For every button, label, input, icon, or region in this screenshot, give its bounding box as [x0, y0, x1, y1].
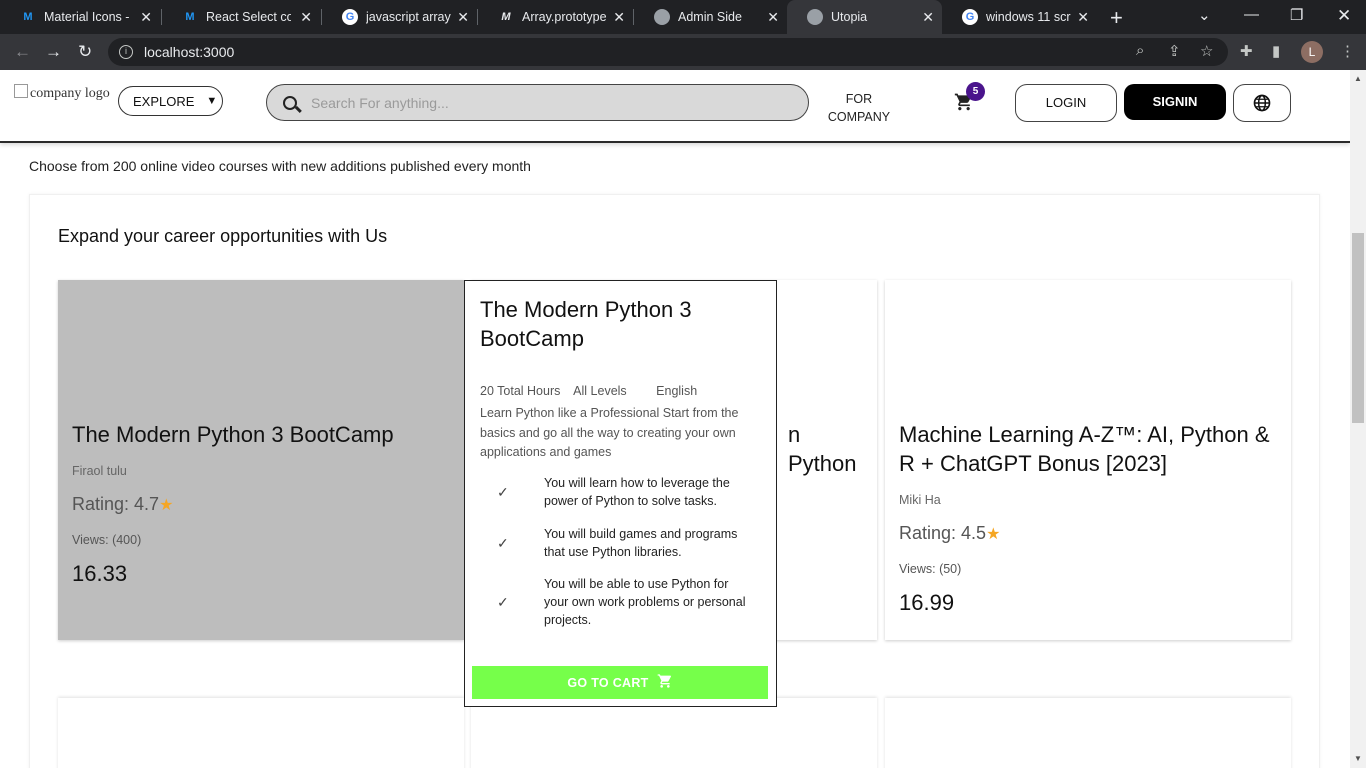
close-tab-icon[interactable]: ✕ — [300, 9, 312, 26]
course-preview-popup: The Modern Python 3 BootCamp 20 Total Ho… — [464, 280, 777, 707]
course-price: 16.99 — [899, 590, 955, 615]
page-scrollbar[interactable]: ▲ ▼ — [1350, 70, 1366, 768]
course-rating: Rating: 4.7★ — [72, 494, 174, 514]
minimize-icon[interactable]: — — [1244, 6, 1259, 23]
popup-hours: 20 Total Hours — [480, 384, 561, 398]
explore-button[interactable]: EXPLORE ▼ — [118, 86, 223, 116]
close-tab-icon[interactable]: ✕ — [140, 9, 152, 26]
star-icon: ★ — [986, 526, 1001, 543]
check-icon: ✓ — [497, 594, 509, 610]
search-bar[interactable] — [266, 84, 809, 121]
course-card[interactable]: Machine Learning A-Z™: AI, Python & R + … — [885, 280, 1291, 640]
tab-windows-11[interactable]: G windows 11 scree ✕ — [942, 0, 1097, 34]
site-info-icon[interactable]: i — [119, 45, 133, 59]
course-author: Firaol tulu — [72, 464, 127, 478]
page: company logo EXPLORE ▼ FOR COMPANY 5 LOG… — [0, 70, 1350, 768]
course-card[interactable] — [58, 698, 464, 768]
mui-logo-icon: M — [185, 11, 195, 23]
course-price: 16.33 — [72, 561, 128, 586]
language-button[interactable] — [1233, 84, 1291, 122]
profile-avatar[interactable]: L — [1301, 41, 1323, 63]
courses-subtext: Choose from 200 online video courses wit… — [29, 158, 531, 174]
for-company-link[interactable]: FOR COMPANY — [812, 90, 906, 126]
login-button[interactable]: LOGIN — [1015, 84, 1117, 122]
star-icon: ★ — [159, 497, 174, 514]
popup-meta: 20 Total Hours All Levels English — [480, 384, 707, 398]
back-icon[interactable]: ← — [14, 42, 31, 62]
google-icon: G — [342, 9, 358, 25]
popup-language: English — [656, 384, 698, 398]
extensions-icon[interactable]: ✚ — [1240, 42, 1253, 60]
close-tab-icon[interactable]: ✕ — [613, 9, 625, 26]
signin-button[interactable]: SIGNIN — [1124, 84, 1226, 120]
share-icon[interactable]: ⇪ — [1168, 42, 1181, 60]
search-icon — [283, 95, 297, 110]
zoom-icon[interactable]: ⌕ — [1136, 42, 1144, 59]
cart-icon — [657, 673, 673, 693]
tab-admin-side[interactable]: Admin Side ✕ — [634, 0, 787, 34]
course-views: Views: (50) — [899, 562, 962, 576]
browser-tab-bar: M Material Icons - M ✕ M React Select co… — [0, 0, 1366, 34]
site-header: company logo EXPLORE ▼ FOR COMPANY 5 LOG… — [0, 70, 1350, 143]
popup-description: Learn Python like a Professional Start f… — [480, 406, 739, 459]
check-icon: ✓ — [497, 535, 509, 551]
course-card[interactable]: The Modern Python 3 BootCamp Firaol tulu… — [58, 280, 464, 640]
globe-icon — [1253, 94, 1271, 112]
close-tab-icon[interactable]: ✕ — [1077, 9, 1089, 26]
mdn-icon: M — [501, 11, 511, 23]
close-tab-icon[interactable]: ✕ — [457, 9, 469, 26]
company-logo[interactable]: company logo — [14, 84, 110, 102]
section-title: Expand your career opportunities with Us — [58, 226, 388, 246]
course-card[interactable] — [471, 698, 877, 768]
globe-icon — [654, 9, 670, 25]
scroll-down-icon[interactable]: ▼ — [1354, 754, 1362, 763]
new-tab-icon[interactable]: + — [1110, 5, 1123, 31]
tab-search-chevron-icon[interactable]: ⌄ — [1198, 6, 1211, 24]
check-icon: ✓ — [497, 484, 509, 500]
google-icon: G — [962, 9, 978, 25]
tab-utopia[interactable]: Utopia ✕ — [787, 0, 942, 34]
course-title: Machine Learning A-Z™: AI, Python & R + … — [899, 422, 1270, 476]
course-views: Views: (400) — [72, 533, 142, 547]
course-card[interactable] — [885, 698, 1291, 768]
scroll-up-icon[interactable]: ▲ — [1354, 74, 1362, 83]
reload-icon[interactable]: ↻ — [78, 42, 92, 62]
close-tab-icon[interactable]: ✕ — [922, 9, 934, 26]
course-title: The Modern Python 3 BootCamp — [72, 422, 394, 447]
bookmark-star-icon[interactable]: ☆ — [1200, 42, 1213, 60]
side-panel-icon[interactable]: ▮ — [1272, 42, 1280, 60]
menu-dots-icon[interactable]: ⋮ — [1340, 42, 1355, 60]
popup-title: The Modern Python 3 BootCamp — [480, 297, 692, 351]
tab-array-prototype[interactable]: M Array.prototype.f ✕ — [478, 0, 633, 34]
close-tab-icon[interactable]: ✕ — [767, 9, 779, 26]
chevron-down-icon: ▼ — [206, 95, 218, 107]
mui-logo-icon: M — [23, 11, 33, 23]
forward-icon[interactable]: → — [45, 42, 62, 62]
tab-javascript-array[interactable]: G javascript array fil ✕ — [322, 0, 477, 34]
tab-react-select[interactable]: M React Select comp ✕ — [162, 0, 320, 34]
cart-count-badge: 5 — [966, 82, 985, 101]
scrollbar-thumb[interactable] — [1352, 233, 1364, 423]
course-author: Miki Ha — [899, 493, 941, 507]
url-field[interactable]: i localhost:3000 — [108, 38, 1228, 66]
search-input[interactable] — [311, 94, 791, 111]
globe-icon — [807, 9, 823, 25]
close-window-icon[interactable]: ✕ — [1337, 6, 1351, 26]
popup-level: All Levels — [573, 384, 627, 398]
course-title: n Python — [788, 422, 857, 476]
maximize-icon[interactable]: ❐ — [1290, 6, 1303, 24]
course-rating: Rating: 4.5★ — [899, 523, 1001, 543]
tab-material-icons[interactable]: M Material Icons - M ✕ — [0, 0, 160, 34]
address-bar: ← → ↻ i localhost:3000 ⌕ ⇪ ☆ ✚ ▮ ⋮ — [0, 34, 1366, 70]
go-to-cart-button[interactable]: GO TO CART — [472, 666, 768, 699]
